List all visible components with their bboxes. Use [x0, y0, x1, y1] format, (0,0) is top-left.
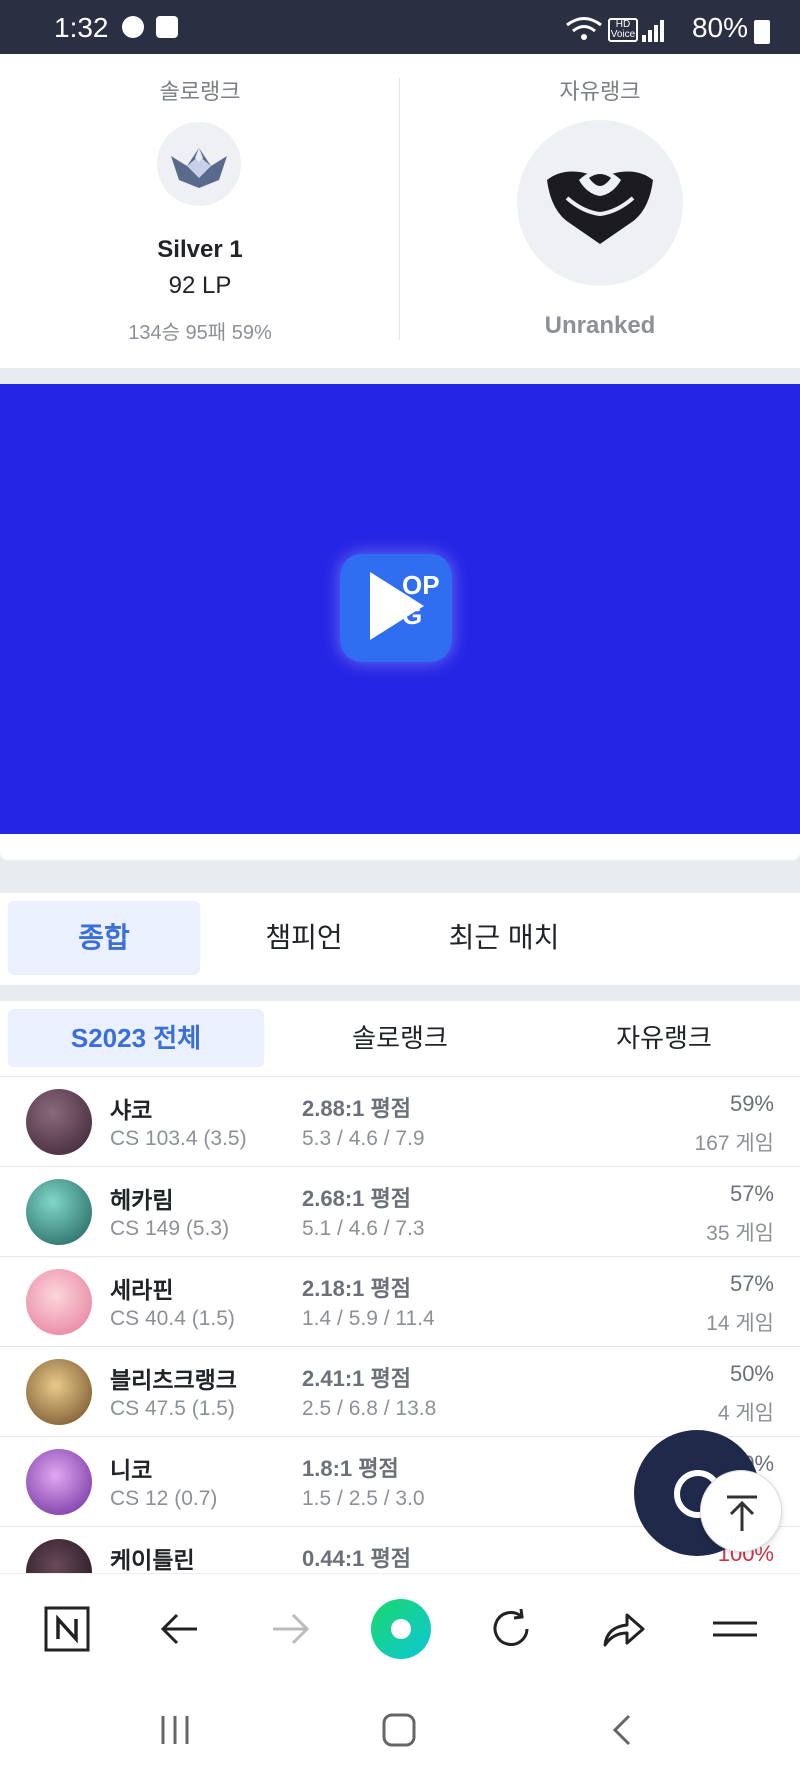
back-button[interactable]: [152, 1602, 206, 1656]
solo-record: 134승 95패 59%: [128, 322, 272, 344]
champion-avatar: [26, 1449, 92, 1515]
unranked-emblem-icon: [517, 120, 683, 286]
forward-button[interactable]: [264, 1602, 318, 1656]
browser-toolbar: [0, 1573, 800, 1683]
tab-season-all[interactable]: S2023 전체: [8, 1009, 264, 1067]
hd-voice-icon: HD Voice: [608, 18, 638, 42]
champion-kda-ratio: 2.18:1 평점: [302, 1276, 411, 1301]
solo-lp: 92 LP: [168, 272, 232, 299]
champion-avatar: [26, 1269, 92, 1335]
flex-rank-title: 자유랭크: [559, 79, 641, 104]
silver-emblem-icon: [157, 122, 241, 206]
refresh-icon: [493, 1608, 529, 1646]
champion-winrate: 57%: [729, 1181, 774, 1206]
scroll-top-icon: [727, 1495, 757, 1531]
home-nav-button[interactable]: [374, 1705, 424, 1755]
champion-cs: CS 149 (5.3): [110, 1217, 230, 1240]
champion-winrate: 59%: [729, 1091, 774, 1116]
champion-games: 14 게임: [706, 1312, 774, 1335]
champion-name: 헤카림: [110, 1187, 174, 1213]
ad-banner[interactable]: OP G: [0, 384, 800, 834]
rank-card: 솔로랭크 Silver 1 92 LP 134승 95패 59% 자유랭크 Un…: [0, 54, 800, 368]
status-bar: 1:32 HD Voice 80%: [0, 0, 800, 54]
champion-kda-avg: 5.1 / 4.6 / 7.3: [302, 1217, 425, 1240]
champion-name: 니코: [110, 1457, 153, 1483]
season-tabs: S2023 전체 솔로랭크 자유랭크: [0, 1001, 800, 1077]
champion-kda-ratio: 2.88:1 평점: [302, 1096, 411, 1121]
champion-kda-ratio: 2.68:1 평점: [302, 1186, 411, 1211]
champion-row[interactable]: 세라핀 CS 40.4 (1.5) 2.18:1 평점 1.4 / 5.9 / …: [0, 1257, 800, 1347]
champion-row[interactable]: 헤카림 CS 149 (5.3) 2.68:1 평점 5.1 / 4.6 / 7…: [0, 1167, 800, 1257]
tab-season-solo[interactable]: 솔로랭크: [272, 1009, 528, 1067]
tab-overview[interactable]: 종합: [8, 901, 200, 975]
champion-name: 샤코: [110, 1097, 153, 1123]
menu-icon: [713, 1621, 757, 1637]
status-time: 1:32: [54, 12, 109, 43]
champion-kda-avg: 1.5 / 2.5 / 3.0: [302, 1487, 425, 1510]
champion-games: 4 게임: [717, 1402, 774, 1425]
champion-kda-avg: 1.4 / 5.9 / 11.4: [302, 1307, 435, 1330]
home-icon: [382, 1713, 416, 1747]
champion-games: 35 게임: [706, 1222, 774, 1245]
champion-row[interactable]: 샤코 CS 103.4 (3.5) 2.88:1 평점 5.3 / 4.6 / …: [0, 1077, 800, 1167]
champion-cs: CS 40.4 (1.5): [110, 1307, 235, 1330]
solo-tier: Silver 1: [157, 236, 243, 263]
battery-icon: [754, 20, 770, 44]
champion-kda-ratio: 0.44:1 평점: [302, 1546, 411, 1571]
champion-winrate: 50%: [729, 1361, 774, 1386]
share-button[interactable]: [596, 1602, 650, 1656]
tab-champions[interactable]: 챔피언: [208, 901, 400, 975]
champion-kda-ratio: 2.41:1 평점: [302, 1366, 411, 1391]
solo-rank-section: 솔로랭크 Silver 1 92 LP 134승 95패 59%: [0, 54, 400, 368]
champion-name: 세라핀: [110, 1277, 174, 1303]
champion-name: 블리츠크랭크: [110, 1367, 237, 1393]
scroll-top-button[interactable]: [700, 1470, 782, 1552]
back-icon: [612, 1714, 631, 1746]
notification-icon: [156, 16, 178, 38]
wifi-icon: [566, 17, 602, 40]
main-tabs: 종합 챔피언 최근 매치: [0, 893, 800, 985]
signal-icon: [642, 20, 664, 42]
champion-avatar: [26, 1179, 92, 1245]
flex-tier: Unranked: [544, 312, 656, 339]
recent-apps-button[interactable]: [150, 1705, 200, 1755]
tab-recent-matches[interactable]: 최근 매치: [408, 901, 600, 975]
refresh-button[interactable]: [484, 1602, 538, 1656]
champion-kda-avg: 5.3 / 4.6 / 7.9: [302, 1127, 425, 1150]
champion-cs: CS 103.4 (3.5): [110, 1127, 247, 1150]
ad-logo-letters: OP G: [402, 570, 440, 630]
battery-percent: 80%: [691, 12, 748, 43]
champion-kda-ratio: 1.8:1 평점: [302, 1456, 399, 1481]
champion-row[interactable]: 블리츠크랭크 CS 47.5 (1.5) 2.41:1 평점 2.5 / 6.8…: [0, 1347, 800, 1437]
champion-avatar: [26, 1359, 92, 1425]
recent-apps-icon: [161, 1716, 189, 1744]
naver-home-button[interactable]: [40, 1602, 94, 1656]
champion-cs: CS 12 (0.7): [110, 1487, 218, 1510]
forward-arrow-icon: [273, 1613, 310, 1645]
naver-n-icon: [44, 1606, 90, 1652]
champion-kda-avg: 2.5 / 6.8 / 13.8: [302, 1397, 437, 1420]
menu-button[interactable]: [708, 1602, 762, 1656]
system-navigation-bar: [0, 1683, 800, 1778]
solo-rank-title: 솔로랭크: [159, 79, 241, 104]
opgg-play-logo-icon: OP G: [340, 554, 452, 662]
flex-rank-section: 자유랭크 Unranked: [400, 54, 800, 368]
champion-name: 케이틀린: [110, 1547, 195, 1573]
share-icon: [603, 1613, 645, 1647]
champion-avatar: [26, 1089, 92, 1155]
back-arrow-icon: [160, 1613, 197, 1645]
tab-season-flex[interactable]: 자유랭크: [536, 1009, 792, 1067]
talk-icon: [122, 16, 144, 38]
back-nav-button[interactable]: [598, 1705, 648, 1755]
champion-games: 167 게임: [694, 1132, 774, 1155]
champion-winrate: 57%: [729, 1271, 774, 1296]
champion-cs: CS 47.5 (1.5): [110, 1397, 235, 1420]
home-dot-icon: [371, 1599, 431, 1659]
ad-footer: [0, 834, 800, 860]
home-green-button[interactable]: [370, 1598, 432, 1660]
champion-avatar: [26, 1539, 92, 1573]
